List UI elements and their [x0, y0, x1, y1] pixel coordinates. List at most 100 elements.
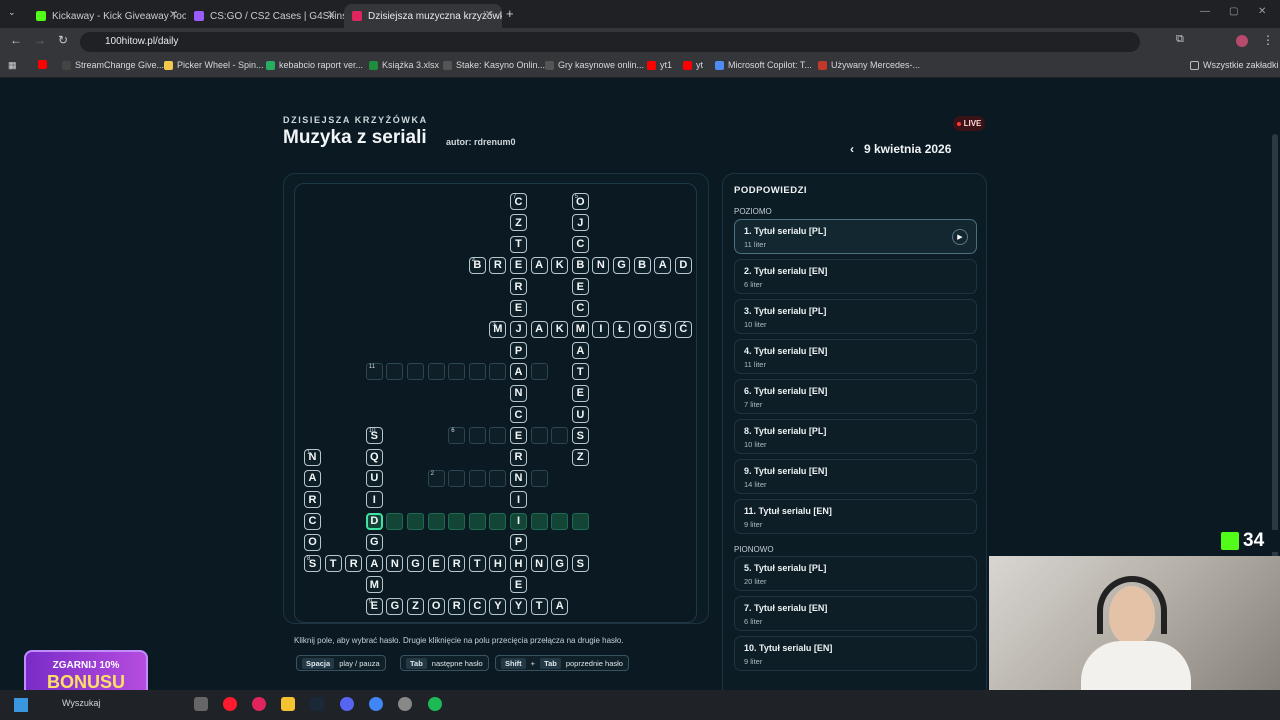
grid-cell[interactable]: R	[304, 491, 321, 509]
grid-cell[interactable]: Ł	[613, 320, 630, 338]
grid-cell[interactable]: O5	[571, 193, 589, 210]
grid-cell[interactable]	[386, 363, 404, 381]
grid-cell[interactable]: Ś	[654, 320, 672, 338]
grid-cell[interactable]	[571, 512, 589, 530]
grid-cell[interactable]: R	[448, 555, 466, 573]
grid-cell[interactable]: T	[324, 555, 342, 573]
grid-cell[interactable]: B	[571, 256, 589, 274]
grid-cell[interactable]: S 10	[365, 427, 383, 445]
grid-cell[interactable]: S	[571, 427, 589, 445]
grid-cell[interactable]: D	[674, 256, 692, 274]
grid-cell[interactable]: E	[571, 278, 589, 296]
reload-icon[interactable]: ↻	[58, 33, 68, 47]
grid-cell[interactable]: O	[304, 533, 321, 551]
clue-across-3[interactable]: 3. Tytuł serialu [PL] 10 liter	[734, 299, 977, 334]
tab-kickaway[interactable]: Kickaway - Kick Giveaway Tool ✕	[28, 4, 186, 28]
grid-cell[interactable]: G	[613, 256, 630, 274]
grid-cell[interactable]: Y	[489, 597, 507, 615]
app-icon[interactable]	[252, 697, 266, 711]
clue-across-8[interactable]: 8. Tytuł serialu [PL] 10 liter	[734, 419, 977, 454]
spotify-icon[interactable]	[428, 697, 442, 711]
tab-g4skins[interactable]: CS:GO / CS2 Cases | G4Skins Ca✕	[186, 4, 344, 28]
grid-cell[interactable]: K	[551, 256, 569, 274]
grid-cell[interactable]: E	[510, 299, 527, 317]
grid-cell[interactable]: C	[468, 597, 486, 615]
grid-cell[interactable]	[448, 363, 466, 381]
grid-cell[interactable]: B4	[468, 256, 486, 274]
close-tab-icon[interactable]: ✕	[327, 8, 336, 21]
grid-cell[interactable]	[427, 512, 445, 530]
grid-cell[interactable]: R	[448, 597, 466, 615]
bookmark-item[interactable]: Microsoft Copilot: T...	[715, 60, 812, 70]
grid-cell[interactable]	[448, 469, 466, 487]
menu-icon[interactable]: ⋮	[1262, 33, 1274, 47]
grid-cell[interactable]: A	[654, 256, 672, 274]
grid-cell[interactable]: Ć	[674, 320, 692, 338]
grid-cell[interactable]: G	[551, 555, 569, 573]
grid-cell[interactable]: R	[489, 256, 507, 274]
clue-down-7[interactable]: 7. Tytuł serialu [EN] 6 liter	[734, 596, 977, 631]
grid-cell[interactable]	[448, 512, 466, 530]
bookmark-item[interactable]: Picker Wheel - Spin...	[164, 60, 264, 70]
grid-cell[interactable]: E	[510, 427, 527, 445]
grid-cell[interactable]: K	[551, 320, 569, 338]
bookmark-item[interactable]: Używany Mercedes-...	[818, 60, 920, 70]
grid-cell[interactable]	[530, 427, 548, 445]
chrome-icon[interactable]	[369, 697, 383, 711]
grid-cell[interactable]: N	[510, 469, 527, 487]
grid-cell[interactable]: I	[510, 512, 527, 530]
grid-cell[interactable]: E	[571, 384, 589, 402]
grid-cell[interactable]: E9	[365, 597, 383, 615]
windows-start-icon[interactable]	[14, 698, 28, 712]
grid-cell[interactable]: N	[510, 384, 527, 402]
grid-cell[interactable]: M3	[489, 320, 507, 338]
maximize-icon[interactable]: ▢	[1229, 6, 1238, 17]
grid-cell[interactable]	[551, 427, 569, 445]
prev-day-icon[interactable]: ‹	[850, 142, 854, 156]
play-icon[interactable]: ▶	[952, 229, 968, 245]
grid-cell[interactable]: P	[510, 342, 527, 360]
grid-cell[interactable]: R	[345, 555, 363, 573]
grid-cell[interactable]: B	[633, 256, 651, 274]
grid-cell[interactable]	[489, 363, 507, 381]
grid-cell[interactable]	[468, 363, 486, 381]
grid-cell[interactable]	[530, 512, 548, 530]
grid-cell[interactable]: M	[365, 576, 383, 594]
grid-cell[interactable]: C	[304, 512, 321, 530]
clue-across-2[interactable]: 2. Tytuł serialu [EN] 6 liter	[734, 259, 977, 294]
grid-cell[interactable]	[530, 363, 548, 381]
minimize-icon[interactable]: —	[1200, 6, 1210, 17]
grid-cell[interactable]: I	[365, 491, 383, 509]
grid-cell[interactable]: N	[386, 555, 404, 573]
grid-cell[interactable]: A	[365, 555, 383, 573]
grid-cell[interactable]: G	[407, 555, 424, 573]
grid-cell[interactable]: Q	[365, 448, 383, 466]
grid-cell[interactable]: R	[510, 278, 527, 296]
grid-cell[interactable]: Z	[571, 448, 589, 466]
grid-cell[interactable]: N	[592, 256, 610, 274]
grid-cell[interactable]: C	[571, 299, 589, 317]
grid-cell[interactable]	[468, 469, 486, 487]
grid-cell[interactable]: I	[592, 320, 610, 338]
grid-cell[interactable]: 2	[427, 469, 445, 487]
grid-cell[interactable]	[468, 512, 486, 530]
grid-cell[interactable]: S	[571, 555, 589, 573]
new-tab-icon[interactable]: +	[506, 6, 514, 21]
steam-icon[interactable]	[310, 697, 324, 711]
close-tab-icon[interactable]: ✕	[485, 8, 494, 21]
grid-cell[interactable]	[468, 427, 486, 445]
grid-cell[interactable]: 6	[448, 427, 466, 445]
grid-cell[interactable]: A	[551, 597, 569, 615]
extensions-icon[interactable]: ⧉	[1176, 33, 1184, 46]
grid-cell[interactable]	[386, 512, 404, 530]
grid-cell[interactable]: P	[510, 533, 527, 551]
grid-cell[interactable]: A	[571, 342, 589, 360]
grid-cell[interactable]	[551, 512, 569, 530]
grid-cell[interactable]: C	[510, 406, 527, 423]
grid-cell[interactable]: T	[468, 555, 486, 573]
clue-down-10[interactable]: 10. Tytuł serialu [EN] 9 liter	[734, 636, 977, 671]
task-view-icon[interactable]	[194, 697, 208, 711]
grid-cell[interactable]: G	[365, 533, 383, 551]
grid-cell[interactable]	[407, 363, 424, 381]
tab-search-icon[interactable]: ⌄	[8, 7, 16, 18]
